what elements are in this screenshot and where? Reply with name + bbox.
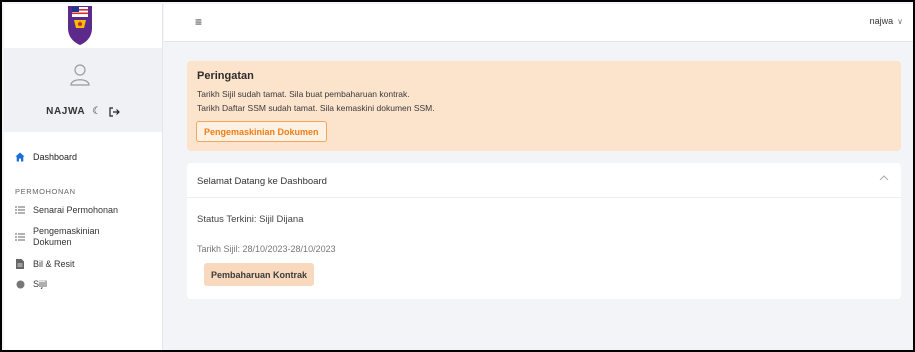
sidebar-item-senarai-permohonan[interactable]: Senarai Permohonan [4,200,162,220]
hamburger-menu-icon[interactable]: ≡ [195,15,202,29]
sidebar-item-pengemaskinian-dokumen[interactable]: Pengemaskinian Dokumen [4,220,162,254]
list-icon [15,233,25,241]
alert-message-sijil: Tarikh Sijil sudah tamat. Sila buat pemb… [197,89,410,99]
user-menu-label: najwa [869,16,894,26]
dashboard-card: Selamat Datang ke Dashboard Status Terki… [187,163,901,299]
sidebar-item-label: Sijil [33,279,48,289]
card-title: Selamat Datang ke Dashboard [197,176,327,187]
user-menu-dropdown[interactable]: najwa ∨ [870,16,903,26]
nav-section-title: PERMOHONAN [15,186,76,196]
sidebar-item-label: Bil & Resit [33,259,75,269]
certificate-dates: Tarikh Sijil: 28/10/2023-28/10/2023 [197,244,336,254]
user-name: NAJWA [46,106,86,117]
sidebar-item-label: Senarai Permohonan [33,205,119,215]
document-icon [15,259,25,269]
user-icon [70,64,90,86]
app-frame: NAJWA ☾ Dashboard PERMOHONAN Senarai Per… [0,0,915,352]
top-bar: ≡ najwa ∨ [164,4,913,42]
moon-icon[interactable]: ☾ [92,106,102,117]
sidebar-nav: Dashboard PERMOHONAN Senarai Permohonan … [4,146,162,294]
status-text: Status Terkini: Sijil Dijana [197,214,304,225]
card-header[interactable]: Selamat Datang ke Dashboard [187,163,901,198]
sidebar: NAJWA ☾ Dashboard PERMOHONAN Senarai Per… [4,4,163,350]
sidebar-item-bil-resit[interactable]: Bil & Resit [4,254,162,274]
list-icon [15,206,25,214]
circle-icon [15,280,25,289]
chevron-up-icon[interactable] [879,175,889,181]
alert-title: Peringatan [197,70,254,82]
user-row: NAJWA ☾ [4,106,162,117]
chevron-down-icon: ∨ [897,16,903,26]
sidebar-item-dashboard[interactable]: Dashboard [4,146,162,168]
user-panel: NAJWA ☾ [4,48,162,132]
home-icon [15,152,25,162]
sidebar-item-label: Pengemaskinian Dokumen [33,226,100,247]
warning-alert: Peringatan Tarikh Sijil sudah tamat. Sil… [187,61,901,151]
crest-logo [68,6,92,45]
sidebar-item-sijil[interactable]: Sijil [4,274,162,294]
sidebar-item-label: Dashboard [33,152,78,162]
update-documents-button[interactable]: Pengemaskinian Dokumen [196,121,327,142]
renew-contract-button[interactable]: Pembaharuan Kontrak [204,263,315,286]
logout-icon[interactable] [109,106,120,117]
alert-message-ssm: Tarikh Daftar SSM sudah tamat. Sila kema… [197,103,435,113]
